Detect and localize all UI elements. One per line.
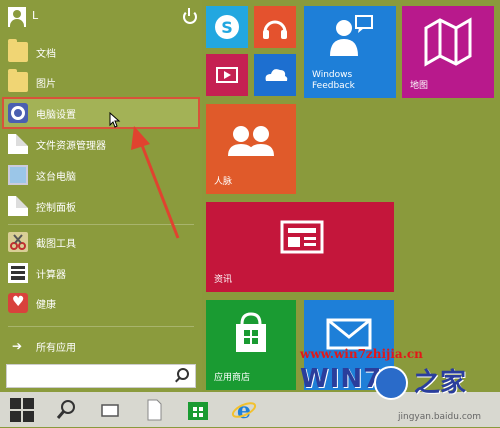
cloud-icon	[265, 69, 288, 81]
folder-icon	[8, 69, 28, 92]
watermark-brand-suffix: 之家	[414, 368, 467, 398]
start-button[interactable]	[8, 396, 36, 424]
menu-item-calculator[interactable]: 计算器	[4, 259, 198, 287]
tile-maps[interactable]: 地图	[402, 6, 494, 98]
calculator-icon	[8, 263, 28, 283]
tile-label: 地图	[410, 81, 429, 91]
file-explorer-taskbar-button[interactable]	[140, 396, 168, 424]
watermark-source: jingyan.baidu.com	[398, 412, 482, 422]
headphones-icon	[263, 20, 287, 39]
menu-item-label: 截图工具	[36, 239, 76, 250]
menu-item-health[interactable]: 健康	[4, 289, 198, 317]
internet-explorer-icon: e	[231, 398, 257, 424]
task-view-button[interactable]	[96, 396, 124, 424]
tile-label: 资讯	[214, 275, 233, 285]
newspaper-icon	[280, 220, 324, 254]
arrow-right-icon: ➔	[12, 339, 23, 353]
svg-text:e: e	[237, 398, 251, 424]
menu-item-pictures[interactable]: 图片	[4, 68, 198, 96]
store-icon	[188, 402, 208, 420]
tile-label: 应用商店	[214, 373, 251, 383]
menu-item-this-pc[interactable]: 这台电脑	[4, 161, 198, 189]
menu-item-documents[interactable]: 文档	[4, 38, 198, 66]
search-icon	[56, 400, 75, 419]
start-menu-left-pane: L 文档 图片 电脑设置 文件资源管理器 这台电脑 控制面板 截图工具 计算器 …	[0, 0, 202, 392]
search-input[interactable]	[11, 368, 175, 386]
watermark-url: www.win7zhijia.cn	[300, 347, 423, 361]
tile-news[interactable]: 资讯	[206, 202, 394, 292]
menu-item-label: 电脑设置	[36, 110, 76, 121]
menu-item-label: 控制面板	[36, 203, 76, 214]
windows-badge-icon	[374, 366, 408, 400]
watermark-brand: WIN7	[300, 364, 383, 394]
menu-divider	[8, 224, 194, 225]
search-icon[interactable]	[177, 368, 189, 380]
document-icon	[8, 196, 28, 216]
tile-skype[interactable]: S	[206, 6, 248, 48]
tile-windows-feedback[interactable]: Windows Feedback	[304, 6, 396, 98]
tile-label: 人脉	[214, 177, 233, 187]
heart-icon	[8, 293, 28, 313]
windows-logo-icon	[10, 398, 34, 422]
menu-item-label: 这台电脑	[36, 172, 76, 183]
task-view-icon	[101, 404, 119, 417]
menu-item-label: 文件资源管理器	[36, 141, 106, 152]
shopping-bag-icon	[236, 312, 266, 352]
search-box[interactable]	[6, 364, 196, 388]
menu-item-pc-settings[interactable]: 电脑设置	[2, 97, 200, 129]
all-apps-button[interactable]: ➔ 所有应用	[4, 332, 198, 360]
taskbar-search-button[interactable]	[52, 396, 80, 424]
menu-item-label: 图片	[36, 79, 56, 90]
menu-divider	[8, 326, 194, 327]
folder-icon	[8, 39, 28, 62]
store-taskbar-button[interactable]	[184, 396, 212, 424]
tile-video[interactable]	[206, 54, 248, 96]
tile-onedrive[interactable]	[254, 54, 296, 96]
document-icon	[147, 399, 162, 421]
video-icon	[216, 67, 238, 83]
scissors-icon	[8, 232, 28, 252]
document-icon	[8, 134, 28, 154]
tile-store[interactable]: 应用商店	[206, 300, 296, 390]
user-account[interactable]: L	[4, 5, 197, 29]
svg-text:S: S	[221, 18, 233, 37]
user-name: L	[32, 9, 39, 22]
gear-icon	[8, 103, 28, 123]
user-avatar-icon	[8, 7, 26, 27]
tile-people[interactable]: 人脉	[206, 104, 296, 194]
map-icon	[424, 17, 472, 67]
menu-item-control-panel[interactable]: 控制面板	[4, 192, 198, 220]
computer-icon	[8, 165, 28, 185]
menu-item-label: 健康	[36, 300, 56, 311]
power-icon[interactable]	[182, 8, 197, 24]
all-apps-label: 所有应用	[36, 343, 76, 354]
internet-explorer-button[interactable]: e	[230, 396, 258, 424]
feedback-person-icon	[330, 15, 373, 56]
tile-label: Windows Feedback	[312, 70, 355, 91]
menu-item-file-explorer[interactable]: 文件资源管理器	[4, 130, 198, 158]
cursor-icon	[109, 112, 121, 128]
people-icon	[228, 126, 274, 156]
skype-icon: S	[215, 15, 239, 39]
menu-item-label: 计算器	[36, 270, 66, 281]
menu-item-label: 文档	[36, 49, 56, 60]
tile-music[interactable]	[254, 6, 296, 48]
menu-item-snipping-tool[interactable]: 截图工具	[4, 228, 198, 256]
